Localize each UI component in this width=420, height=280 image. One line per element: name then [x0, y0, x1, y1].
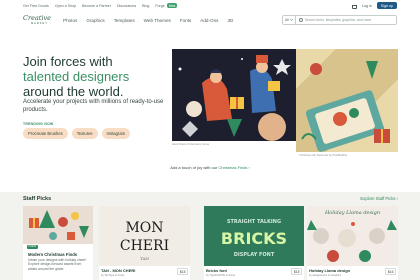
hero-title-line1: Join forces with: [23, 54, 113, 69]
nav-templates[interactable]: Templates: [114, 18, 135, 23]
product-author[interactable]: by TanType in Fonts: [101, 274, 124, 277]
hero-title-line3: around the world.: [23, 84, 124, 99]
art-bottom-text: DISPLAY FONT: [234, 252, 275, 258]
search-bar[interactable]: All Search fonts, templates, graphics, a…: [282, 15, 397, 25]
discussions-link[interactable]: Discussions: [117, 4, 136, 8]
feature-card-image: [23, 206, 93, 244]
product-image-holiday-llama: Holiday Llama design: [307, 206, 398, 266]
search-icon: [298, 18, 303, 22]
nav-web-themes[interactable]: Web Themes: [144, 18, 171, 23]
product-title[interactable]: TAN - MON CHERI: [101, 268, 135, 273]
product-card-mon-cheri[interactable]: MON CHERI TAN TAN - MON CHERI by TanType…: [99, 206, 190, 280]
feature-card-christmas-finds[interactable]: FINDS Modern Christmas Finds Infuse your…: [23, 206, 93, 280]
hero-illustration-christmas-people[interactable]: [172, 49, 297, 141]
search-scope-value: All: [285, 18, 289, 22]
product-author[interactable]: by TypeKimPOD in Fonts: [206, 274, 235, 277]
logo-wordmark: Creative: [23, 13, 52, 22]
signup-button[interactable]: Sign up: [376, 2, 397, 9]
explore-staff-picks-link[interactable]: Explore Staff Picks ›: [360, 196, 398, 201]
pill-textures[interactable]: Textures: [71, 128, 98, 139]
pill-instagram[interactable]: Instagram: [101, 128, 131, 139]
christmas-finds-link[interactable]: Christmas Finds ›: [218, 165, 249, 170]
hero-subtitle: Accelerate your projects with millions o…: [23, 99, 164, 113]
art-line-1: MON: [125, 220, 163, 236]
product-image-bricks: STRAIGHT TALKING BRICKS DISPLAY FONT: [204, 206, 304, 266]
art-top-text: STRAIGHT TALKING: [227, 219, 281, 225]
chevron-down-icon: [289, 19, 293, 21]
trending-pills: Procreate Brushes Textures Instagram: [23, 128, 131, 139]
product-card-holiday-llama[interactable]: Holiday Llama design Holiday Llama desig…: [307, 206, 398, 280]
product-price[interactable]: $15: [177, 268, 188, 275]
nav-photos[interactable]: Photos: [63, 18, 77, 23]
art-main-text: BRICKS: [221, 229, 287, 248]
main-nav: Creative MARKET Photos Graphics Template…: [0, 11, 420, 30]
art-title-text: Holiday Llama design: [324, 210, 380, 216]
nav-3d[interactable]: 3D: [227, 18, 233, 23]
finds-tag: FINDS: [27, 245, 38, 249]
art-line-2: CHERI: [120, 238, 169, 254]
blog-link[interactable]: Blog: [142, 4, 149, 8]
staff-picks-title: Staff Picks: [23, 196, 52, 202]
add-touch-banner: Add a touch of joy with our Christmas Fi…: [0, 165, 420, 170]
llama-illustration-art: Holiday Llama design: [307, 206, 398, 266]
product-author[interactable]: by designstoreJ in Graphics: [309, 274, 341, 277]
art-line-3: TAN: [140, 256, 149, 261]
christmas-ornaments-art: [23, 206, 93, 244]
hero-title: Join forces with talented designers arou…: [23, 54, 173, 99]
product-image-mon-cheri: MON CHERI TAN: [99, 206, 190, 266]
forge-beta-badge: Beta: [166, 3, 178, 8]
feature-card-description: Infuse your designs with holiday cheer! …: [28, 258, 87, 271]
hero-title-accent: talented designers: [23, 69, 130, 84]
product-title[interactable]: Bricks font: [206, 268, 227, 273]
forge-link[interactable]: Forge: [155, 4, 164, 8]
product-title[interactable]: Holiday Llama design: [309, 268, 350, 273]
pill-procreate-brushes[interactable]: Procreate Brushes: [23, 128, 68, 139]
search-input[interactable]: Search fonts, templates, graphics, and m…: [305, 18, 372, 22]
nav-add-ons[interactable]: Add-Ons: [200, 18, 218, 23]
search-scope-select[interactable]: All: [283, 16, 296, 24]
font-preview-art: MON CHERI TAN: [99, 206, 190, 266]
become-partner-link[interactable]: Become a Partner: [82, 4, 111, 8]
open-a-shop-link[interactable]: Open a Shop: [55, 4, 76, 8]
account-area: Log in Sign up: [352, 2, 397, 9]
product-card-bricks-font[interactable]: STRAIGHT TALKING BRICKS DISPLAY FONT Bri…: [204, 206, 304, 280]
illustration-art: [172, 49, 297, 141]
get-free-goods-link[interactable]: Get Free Goods: [23, 4, 49, 8]
product-price[interactable]: $15: [291, 268, 302, 275]
product-price[interactable]: $16: [385, 268, 396, 275]
illustration-caption-1[interactable]: Hand Drawn Christmas by Anna: [172, 143, 209, 146]
creative-market-logo[interactable]: Creative MARKET: [23, 13, 53, 26]
utility-bar: Get Free Goods Open a Shop Become a Part…: [0, 0, 420, 11]
illustration-caption-2[interactable]: Christmas with Santa Set by PixelBuddha: [299, 154, 347, 157]
font-preview-art: STRAIGHT TALKING BRICKS DISPLAY FONT: [204, 206, 304, 266]
nav-graphics[interactable]: Graphics: [86, 18, 104, 23]
feature-card-title[interactable]: Modern Christmas Finds: [28, 252, 77, 257]
trending-label: TRENDING NOW: [23, 122, 54, 126]
hero-illustration-christmas-scene[interactable]: [296, 49, 398, 152]
cart-icon[interactable]: [352, 4, 357, 9]
nav-fonts[interactable]: Fonts: [180, 18, 192, 23]
add-touch-text: Add a touch of joy with our: [170, 165, 218, 170]
login-link[interactable]: Log in: [362, 4, 372, 8]
illustration-art: [296, 49, 398, 152]
